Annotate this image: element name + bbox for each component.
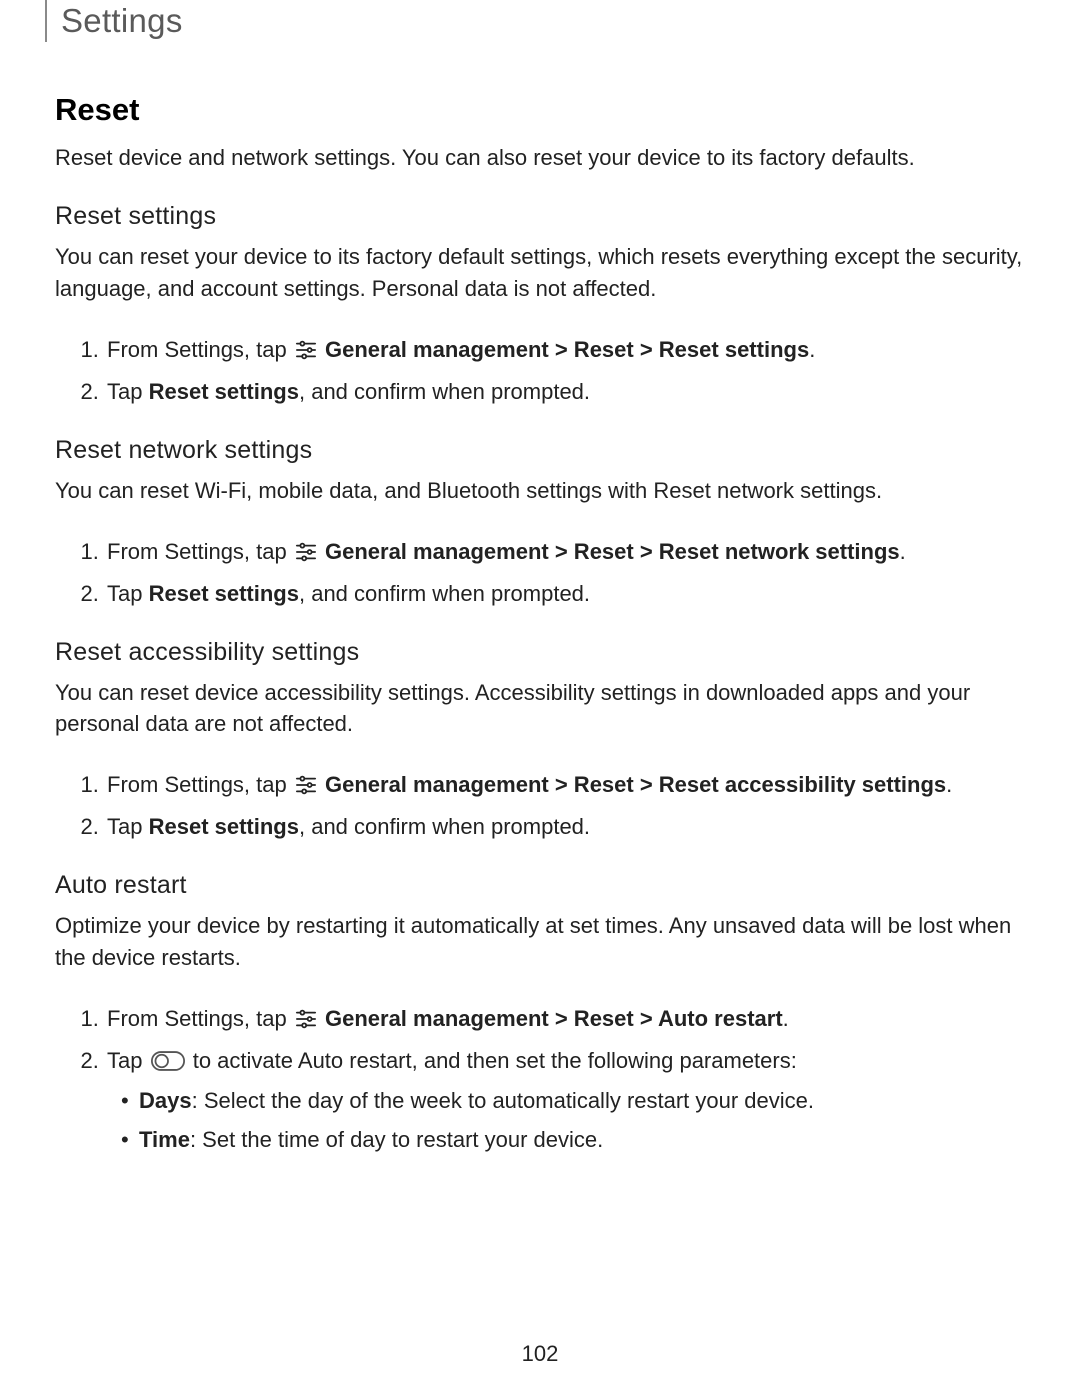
step: Tap Reset settings, and confirm when pro… bbox=[105, 810, 1025, 843]
body-reset-network: You can reset Wi-Fi, mobile data, and Bl… bbox=[55, 475, 1025, 507]
step-text: Tap bbox=[107, 814, 149, 839]
step-text: to activate Auto restart, and then set t… bbox=[193, 1048, 797, 1073]
step-text: Tap bbox=[107, 1048, 149, 1073]
sliders-icon bbox=[295, 1005, 317, 1038]
step-post: . bbox=[783, 1006, 789, 1031]
steps-auto-restart: From Settings, tap General management > … bbox=[55, 1002, 1025, 1156]
steps-reset-settings: From Settings, tap General management > … bbox=[55, 333, 1025, 408]
step-bold: General management > Reset > Reset acces… bbox=[325, 772, 946, 797]
header-title: Settings bbox=[61, 2, 183, 39]
step: From Settings, tap General management > … bbox=[105, 1002, 1025, 1038]
step: Tap Reset settings, and confirm when pro… bbox=[105, 577, 1025, 610]
step: From Settings, tap General management > … bbox=[105, 333, 1025, 369]
body-auto-restart: Optimize your device by restarting it au… bbox=[55, 910, 1025, 974]
step-post: , and confirm when prompted. bbox=[299, 581, 590, 606]
step-bold: Reset settings bbox=[149, 814, 299, 839]
param-text: : Select the day of the week to automati… bbox=[192, 1088, 814, 1113]
step-post: . bbox=[946, 772, 952, 797]
page-number: 102 bbox=[0, 1341, 1080, 1367]
step-bold: General management > Reset > Reset netwo… bbox=[325, 539, 900, 564]
param-label: Time bbox=[139, 1127, 190, 1152]
step-text: From Settings, tap bbox=[107, 539, 293, 564]
manual-page: Settings Reset Reset device and network … bbox=[0, 0, 1080, 1397]
step: Tap Reset settings, and confirm when pro… bbox=[105, 375, 1025, 408]
heading-reset-settings: Reset settings bbox=[55, 202, 1025, 231]
sliders-icon bbox=[295, 771, 317, 804]
step: From Settings, tap General management > … bbox=[105, 535, 1025, 571]
steps-reset-network: From Settings, tap General management > … bbox=[55, 535, 1025, 610]
list-item: Days: Select the day of the week to auto… bbox=[139, 1084, 1025, 1117]
heading-reset-network: Reset network settings bbox=[55, 436, 1025, 465]
param-text: : Set the time of day to restart your de… bbox=[190, 1127, 603, 1152]
page-header: Settings bbox=[45, 0, 1025, 42]
step-bold: Reset settings bbox=[149, 379, 299, 404]
body-reset-settings: You can reset your device to its factory… bbox=[55, 241, 1025, 305]
section-title-reset: Reset bbox=[55, 92, 1025, 128]
section-intro: Reset device and network settings. You c… bbox=[55, 142, 1025, 174]
toggle-off-icon bbox=[151, 1047, 185, 1080]
sliders-icon bbox=[295, 538, 317, 571]
step-bold: Reset settings bbox=[149, 581, 299, 606]
list-item: Time: Set the time of day to restart you… bbox=[139, 1123, 1025, 1156]
step-post: , and confirm when prompted. bbox=[299, 379, 590, 404]
step-text: From Settings, tap bbox=[107, 337, 293, 362]
body-reset-accessibility: You can reset device accessibility setti… bbox=[55, 677, 1025, 741]
step-text: Tap bbox=[107, 581, 149, 606]
step-text: From Settings, tap bbox=[107, 772, 293, 797]
step: Tap to activate Auto restart, and then s… bbox=[105, 1044, 1025, 1156]
heading-reset-accessibility: Reset accessibility settings bbox=[55, 638, 1025, 667]
step-post: , and confirm when prompted. bbox=[299, 814, 590, 839]
steps-reset-accessibility: From Settings, tap General management > … bbox=[55, 768, 1025, 843]
step-post: . bbox=[900, 539, 906, 564]
heading-auto-restart: Auto restart bbox=[55, 871, 1025, 900]
auto-restart-params: Days: Select the day of the week to auto… bbox=[107, 1084, 1025, 1156]
step-text: Tap bbox=[107, 379, 149, 404]
step: From Settings, tap General management > … bbox=[105, 768, 1025, 804]
step-text: From Settings, tap bbox=[107, 1006, 293, 1031]
step-bold: General management > Reset > Reset setti… bbox=[325, 337, 809, 362]
sliders-icon bbox=[295, 336, 317, 369]
step-post: . bbox=[809, 337, 815, 362]
step-bold: General management > Reset > Auto restar… bbox=[325, 1006, 783, 1031]
param-label: Days bbox=[139, 1088, 192, 1113]
